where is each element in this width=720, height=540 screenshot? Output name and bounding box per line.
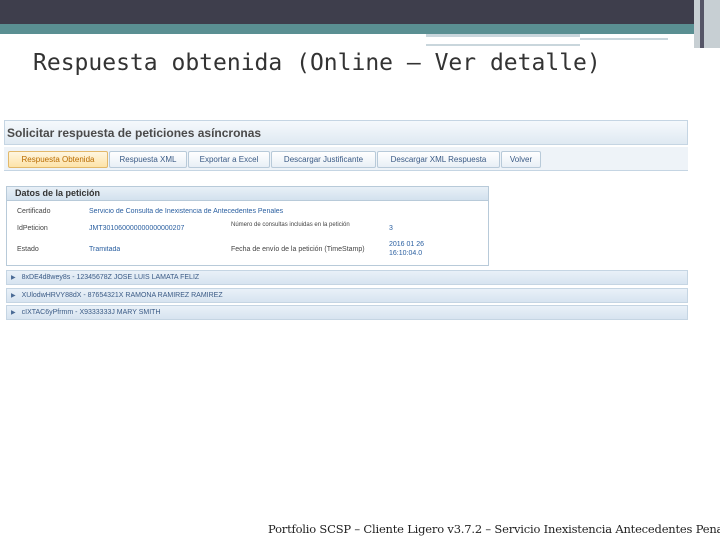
num-consultas-label: Número de consultas incluidas en la peti… — [231, 222, 350, 228]
fecha-label: Fecha de envío de la petición (TimeStamp… — [231, 246, 365, 253]
expand-arrow-icon[interactable]: ▶ — [11, 293, 16, 299]
slide-deco-line — [426, 44, 580, 46]
fecha-value-time: 16:10:04.0 — [389, 250, 423, 257]
tab-bar: Respuesta Obtenida Respuesta XML Exporta… — [4, 147, 688, 171]
idpeticion-label: IdPeticion — [17, 225, 48, 232]
fecha-value-date: 2016 01 26 — [389, 241, 425, 248]
slide-top-accent — [0, 24, 720, 34]
result-row[interactable]: ▶ cIXTAC6yPfrmm - X9333333J MARY SMITH — [6, 305, 688, 320]
details-panel-title: Datos de la petición — [7, 187, 488, 201]
tab-descargar-xml-respuesta[interactable]: Descargar XML Respuesta — [377, 151, 500, 168]
slide-footer: Portfolio SCSP – Cliente Ligero v3.7.2 –… — [268, 522, 720, 536]
tab-exportar-excel[interactable]: Exportar a Excel — [188, 151, 270, 168]
result-row[interactable]: ▶ 8xDE4d8wey8s - 12345678Z JOSE LUIS LAMA… — [6, 270, 688, 285]
details-panel: Datos de la petición Certificado Servici… — [6, 186, 489, 266]
slide-top-band — [0, 0, 720, 24]
slide-deco-line — [580, 38, 668, 40]
result-row-label: cIXTAC6yPfrmm - X9333333J MARY SMITH — [21, 309, 161, 316]
slide-deco-line — [426, 34, 580, 37]
expand-arrow-icon[interactable]: ▶ — [11, 310, 16, 316]
estado-label: Estado — [17, 246, 39, 253]
tab-descargar-justificante[interactable]: Descargar Justificante — [271, 151, 376, 168]
slide-corner-stripe — [700, 0, 704, 48]
result-row-label: 8xDE4d8wey8s - 12345678Z JOSE LUIS LAMAT… — [21, 274, 200, 281]
result-row-label: XUlodwHRVY88dX - 87654321X RAMONA RAMIRE… — [21, 292, 223, 299]
tab-respuesta-obtenida[interactable]: Respuesta Obtenida — [8, 151, 108, 168]
tab-volver[interactable]: Volver — [501, 151, 541, 168]
certificado-value: Servicio de Consulta de Inexistencia de … — [89, 208, 284, 215]
idpeticion-value: JMT301060000000000000207 — [89, 225, 185, 232]
certificado-label: Certificado — [17, 208, 51, 215]
slide-corner-block — [694, 0, 720, 48]
result-row[interactable]: ▶ XUlodwHRVY88dX - 87654321X RAMONA RAMIR… — [6, 288, 688, 303]
num-consultas-value: 3 — [389, 225, 393, 232]
app-screenshot: Solicitar respuesta de peticiones asíncr… — [4, 120, 688, 322]
expand-arrow-icon[interactable]: ▶ — [11, 275, 16, 281]
app-header-title: Solicitar respuesta de peticiones asíncr… — [4, 120, 688, 145]
estado-value: Tramitada — [89, 246, 121, 253]
tab-respuesta-xml[interactable]: Respuesta XML — [109, 151, 187, 168]
slide-title: Respuesta obtenida (Online – Ver detalle… — [33, 50, 601, 76]
